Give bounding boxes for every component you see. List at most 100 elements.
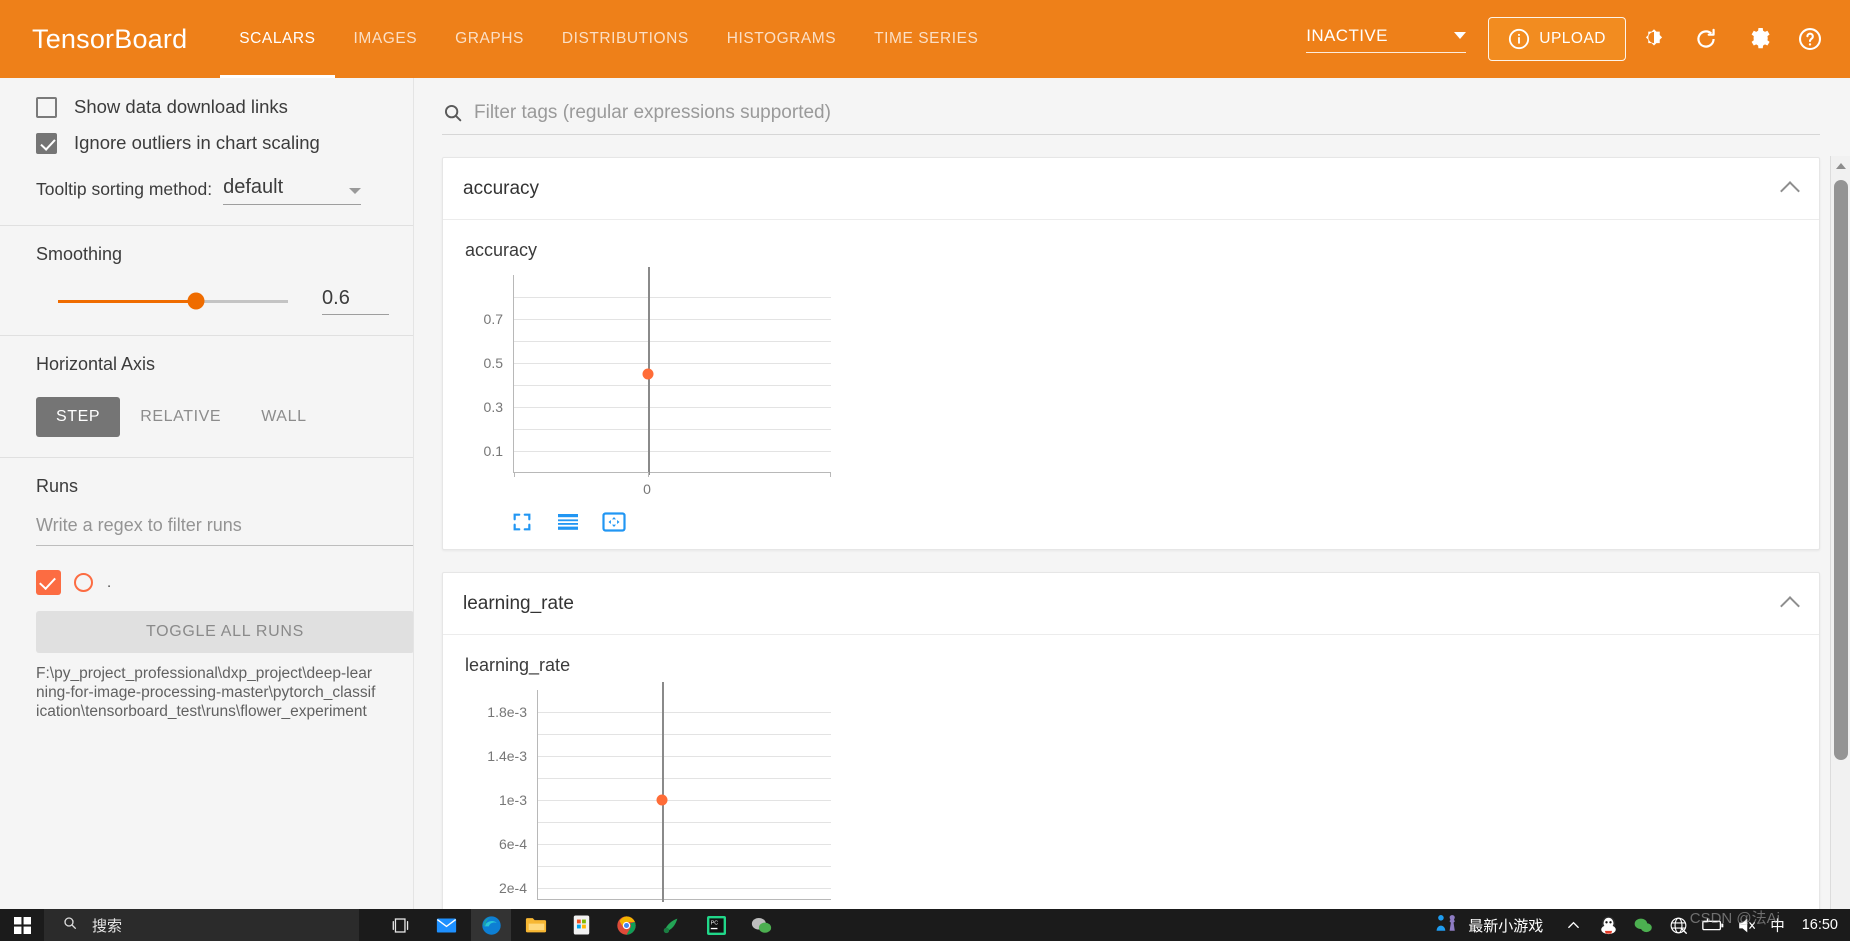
axis-option-relative[interactable]: RELATIVE xyxy=(120,397,241,437)
data-series-icon[interactable] xyxy=(555,509,581,535)
page-scrollbar[interactable] xyxy=(1830,156,1850,941)
volume-muted-icon[interactable] xyxy=(1735,909,1761,941)
y-tick: 1.4e-3 xyxy=(487,748,527,764)
fit-domain-icon[interactable] xyxy=(601,509,627,535)
chrome-icon[interactable] xyxy=(606,909,646,941)
tab-graphs[interactable]: GRAPHS xyxy=(436,0,543,78)
tab-histograms[interactable]: HISTOGRAMS xyxy=(708,0,855,78)
wechat-icon[interactable] xyxy=(1630,909,1656,941)
option-label: Ignore outliers in chart scaling xyxy=(74,132,320,153)
gridline xyxy=(514,319,831,320)
smoothing-slider[interactable] xyxy=(58,292,289,310)
smoothing-slider-knob[interactable] xyxy=(187,292,205,310)
data-point[interactable] xyxy=(656,794,668,806)
checkbox-checked-icon[interactable] xyxy=(36,132,57,154)
data-point[interactable] xyxy=(642,368,654,380)
sidebar-options-section: Show data download links Ignore outliers… xyxy=(0,78,413,226)
chevron-up-icon[interactable] xyxy=(1780,181,1800,201)
page-body: Show data download links Ignore outliers… xyxy=(0,78,1850,941)
help-icon[interactable] xyxy=(1786,15,1834,63)
file-explorer-icon[interactable] xyxy=(516,909,556,941)
qq-icon[interactable] xyxy=(1595,909,1621,941)
toggle-all-runs-button[interactable]: TOGGLE ALL RUNS xyxy=(36,611,413,653)
plot-area-accuracy[interactable] xyxy=(513,267,831,477)
chevron-down-icon xyxy=(1454,32,1467,39)
axis-option-wall[interactable]: WALL xyxy=(241,397,326,437)
gridline xyxy=(514,341,831,342)
header-actions: INACTIVE UPLOAD xyxy=(1306,0,1850,78)
tooltip-sorting-select[interactable]: default xyxy=(223,176,362,205)
chart-learning-rate[interactable]: 2e-4 6e-4 1e-3 1.4e-3 1.8e-3 xyxy=(465,682,837,908)
taskbar-search-text: 搜索 xyxy=(92,917,123,935)
taskbar-search[interactable]: 搜索 xyxy=(44,909,359,941)
tab-time-series[interactable]: TIME SERIES xyxy=(855,0,997,78)
chevron-down-icon xyxy=(349,188,362,194)
tab-distributions[interactable]: DISTRIBUTIONS xyxy=(543,0,708,78)
y-tick: 0.1 xyxy=(483,443,503,459)
runs-section: Runs Write a regex to filter runs . TOGG… xyxy=(0,458,413,741)
axis-option-step[interactable]: STEP xyxy=(36,397,121,437)
gear-icon[interactable] xyxy=(1734,15,1782,63)
tab-images[interactable]: IMAGES xyxy=(335,0,437,78)
scrollbar-thumb[interactable] xyxy=(1834,180,1848,760)
scroll-up-arrow-icon[interactable] xyxy=(1831,156,1850,176)
taskbar-clock[interactable]: 16:50 xyxy=(1802,917,1838,933)
run-state-dropdown[interactable]: INACTIVE xyxy=(1306,26,1467,53)
info-icon xyxy=(1508,28,1530,50)
card-accuracy: accuracy accuracy 0.1 0.3 0.5 0.7 0 xyxy=(442,157,1820,550)
card-title: learning_rate xyxy=(463,592,574,614)
horizontal-axis-title: Horizontal Axis xyxy=(36,354,156,374)
tab-scalars[interactable]: SCALARS xyxy=(220,0,335,78)
ime-indicator[interactable]: 中 xyxy=(1770,915,1785,936)
y-tick: 6e-4 xyxy=(498,836,527,852)
x-tick-mark xyxy=(648,472,649,477)
pycharm-icon[interactable]: PC xyxy=(696,909,736,941)
tag-filter-bar: Filter tags (regular expressions support… xyxy=(442,102,1820,135)
fullscreen-icon[interactable] xyxy=(509,509,535,535)
chevron-up-icon[interactable] xyxy=(1560,909,1586,941)
tag-filter-input[interactable]: Filter tags (regular expressions support… xyxy=(474,102,831,124)
smoothing-row: 0.6 xyxy=(36,287,389,315)
run-list-item[interactable]: . xyxy=(36,570,389,595)
chart-title-learning-rate: learning_rate xyxy=(465,655,571,675)
upload-button[interactable]: UPLOAD xyxy=(1488,17,1626,61)
y-tick: 1.8e-3 xyxy=(487,704,527,720)
gridline xyxy=(538,866,831,867)
option-show-data-download-links[interactable]: Show data download links xyxy=(36,96,389,118)
option-ignore-outliers[interactable]: Ignore outliers in chart scaling xyxy=(36,132,389,154)
app-green-icon[interactable] xyxy=(651,909,691,941)
y-tick: 0.3 xyxy=(483,399,503,415)
checkbox-unchecked-icon[interactable] xyxy=(36,96,57,118)
reload-icon[interactable] xyxy=(1682,15,1730,63)
card-header-learning-rate[interactable]: learning_rate xyxy=(443,573,1819,635)
plot-area-learning-rate[interactable] xyxy=(537,682,831,902)
edge-icon[interactable] xyxy=(471,909,511,941)
smoothing-section: Smoothing 0.6 xyxy=(0,226,413,336)
chart-accuracy[interactable]: 0.1 0.3 0.5 0.7 0 xyxy=(465,267,837,497)
card-learning-rate: learning_rate learning_rate 2e-4 6e-4 1e… xyxy=(442,572,1820,909)
gridline xyxy=(538,734,831,735)
gridline xyxy=(514,385,831,386)
start-button[interactable] xyxy=(0,909,44,941)
game-icon xyxy=(1434,913,1460,938)
task-view-icon[interactable] xyxy=(381,909,421,941)
mail-icon[interactable] xyxy=(426,909,466,941)
store-icon[interactable] xyxy=(561,909,601,941)
smoothing-value-input[interactable]: 0.6 xyxy=(322,287,389,315)
battery-icon[interactable] xyxy=(1700,909,1726,941)
x-tick-mark xyxy=(514,472,515,477)
brightness-icon[interactable] xyxy=(1630,15,1678,63)
card-header-accuracy[interactable]: accuracy xyxy=(443,158,1819,220)
app-header: TensorBoard SCALARS IMAGES GRAPHS DISTRI… xyxy=(0,0,1850,78)
network-icon[interactable] xyxy=(1665,909,1691,941)
system-tray: 最新小游戏 中 16:50 xyxy=(1434,909,1850,941)
runs-filter-input[interactable]: Write a regex to filter runs xyxy=(36,515,413,546)
chevron-up-icon[interactable] xyxy=(1780,596,1800,616)
gridline xyxy=(538,822,831,823)
news-widget[interactable]: 最新小游戏 xyxy=(1434,913,1543,938)
card-body-accuracy: accuracy 0.1 0.3 0.5 0.7 0 xyxy=(443,220,1819,549)
upload-label: UPLOAD xyxy=(1539,30,1606,47)
wechat-icon[interactable] xyxy=(741,909,781,941)
run-checkbox-checked-icon[interactable] xyxy=(36,570,61,595)
smoothing-slider-fill xyxy=(58,299,197,303)
